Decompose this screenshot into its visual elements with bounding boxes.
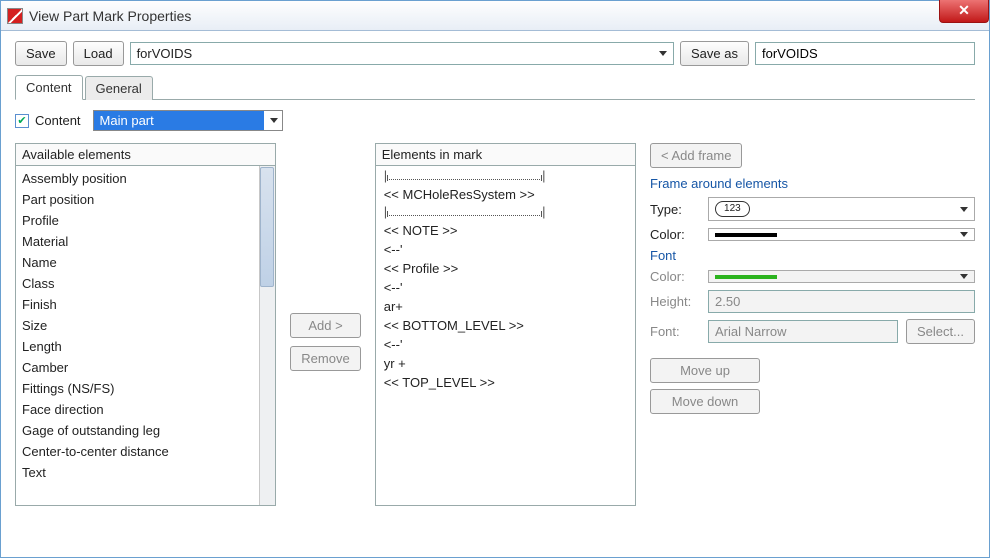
chevron-down-icon — [960, 207, 968, 212]
list-item[interactable]: Finish — [16, 294, 275, 315]
list-item[interactable]: << TOP_LEVEL >> — [376, 373, 635, 392]
close-button[interactable]: ✕ — [939, 0, 989, 23]
list-item[interactable]: << BOTTOM_LEVEL >> — [376, 316, 635, 335]
separator-item[interactable]: || — [376, 204, 635, 221]
chevron-down-icon — [270, 118, 278, 123]
titlebar: View Part Mark Properties ✕ — [1, 1, 989, 31]
list-item[interactable]: Camber — [16, 357, 275, 378]
scrollbar[interactable] — [259, 166, 275, 505]
content-checkbox-label: Content — [35, 113, 81, 128]
font-field[interactable] — [708, 320, 898, 343]
preset-value: forVOIDS — [137, 46, 193, 61]
list-item[interactable]: << MCHoleResSystem >> — [376, 185, 635, 204]
list-item[interactable]: Fittings (NS/FS) — [16, 378, 275, 399]
move-down-button[interactable]: Move down — [650, 389, 760, 414]
frame-color-select[interactable] — [708, 228, 975, 241]
color-swatch-black — [715, 233, 777, 237]
preset-select[interactable]: forVOIDS — [130, 42, 674, 65]
tab-general[interactable]: General — [85, 76, 153, 100]
list-item[interactable]: Length — [16, 336, 275, 357]
app-icon — [7, 8, 23, 24]
add-frame-button[interactable]: < Add frame — [650, 143, 742, 168]
list-item[interactable]: Assembly position — [16, 168, 275, 189]
list-item[interactable]: Part position — [16, 189, 275, 210]
color-label: Color: — [650, 227, 700, 242]
list-item[interactable]: yr + — [376, 354, 635, 373]
mainpart-value: Main part — [94, 111, 264, 130]
save-as-field[interactable] — [755, 42, 975, 65]
save-button[interactable]: Save — [15, 41, 67, 66]
chevron-down-icon — [960, 232, 968, 237]
available-header: Available elements — [15, 143, 276, 166]
list-item[interactable]: Profile — [16, 210, 275, 231]
chevron-down-icon — [960, 274, 968, 279]
font-color-select[interactable] — [708, 270, 975, 283]
close-icon: ✕ — [958, 2, 970, 19]
list-item[interactable]: Class — [16, 273, 275, 294]
list-item[interactable]: Size — [16, 315, 275, 336]
available-list[interactable]: Assembly positionPart positionProfileMat… — [15, 166, 276, 506]
type-pill-icon: 123 — [715, 201, 750, 217]
window-title: View Part Mark Properties — [29, 8, 191, 24]
move-up-button[interactable]: Move up — [650, 358, 760, 383]
remove-button[interactable]: Remove — [290, 346, 360, 371]
height-label: Height: — [650, 294, 700, 309]
scrollbar-thumb[interactable] — [260, 167, 274, 287]
list-item[interactable]: <--' — [376, 278, 635, 297]
type-label: Type: — [650, 202, 700, 217]
list-item[interactable]: << Profile >> — [376, 259, 635, 278]
type-select[interactable]: 123 — [708, 197, 975, 221]
list-item[interactable]: <--' — [376, 240, 635, 259]
list-item[interactable]: Name — [16, 252, 275, 273]
tab-content[interactable]: Content — [15, 75, 83, 100]
add-button[interactable]: Add > — [290, 313, 360, 338]
font-select-button[interactable]: Select... — [906, 319, 975, 344]
list-item[interactable]: Center-to-center distance — [16, 441, 275, 462]
list-item[interactable]: Text — [16, 462, 275, 483]
mark-list[interactable]: ||<< MCHoleResSystem >>||<< NOTE >><--'<… — [375, 166, 636, 506]
section-font-title: Font — [650, 248, 975, 263]
section-frame-title: Frame around elements — [650, 176, 975, 191]
color-swatch-green — [715, 275, 777, 279]
chevron-down-icon — [659, 51, 667, 56]
content-checkbox[interactable]: ✔ — [15, 114, 29, 128]
mainpart-select[interactable]: Main part — [93, 110, 283, 131]
separator-item[interactable]: || — [376, 168, 635, 185]
list-item[interactable]: Gage of outstanding leg — [16, 420, 275, 441]
list-item[interactable]: Material — [16, 231, 275, 252]
list-item[interactable]: Face direction — [16, 399, 275, 420]
font-label: Font: — [650, 324, 700, 339]
list-item[interactable]: ar+ — [376, 297, 635, 316]
font-color-label: Color: — [650, 269, 700, 284]
list-item[interactable]: << NOTE >> — [376, 221, 635, 240]
load-button[interactable]: Load — [73, 41, 124, 66]
save-as-button[interactable]: Save as — [680, 41, 749, 66]
mark-header: Elements in mark — [375, 143, 636, 166]
list-item[interactable]: <--' — [376, 335, 635, 354]
height-field[interactable] — [708, 290, 975, 313]
